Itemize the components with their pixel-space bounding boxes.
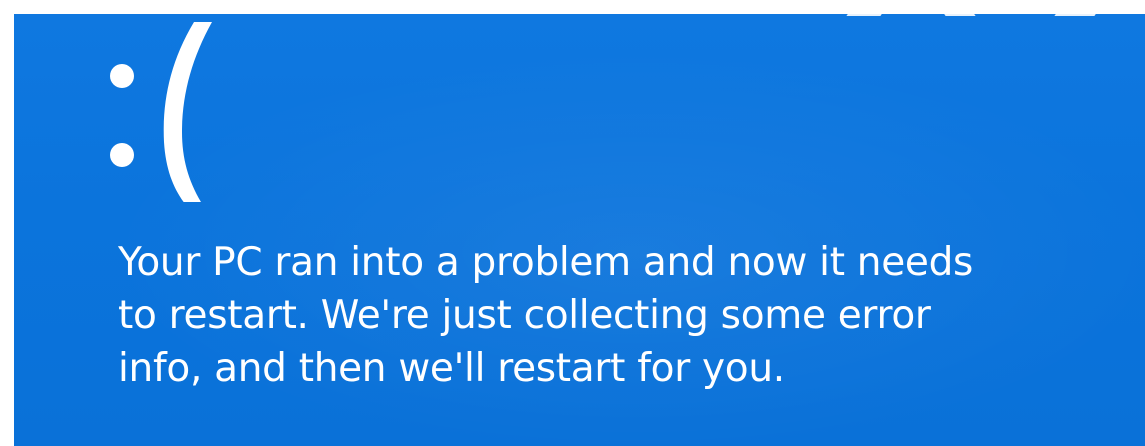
message-line-3: info, and then we'll restart for you.: [118, 346, 785, 391]
message-line-2: to restart. We're just collecting some e…: [118, 293, 931, 338]
message-line-1: Your PC ran into a problem and now it ne…: [118, 240, 974, 285]
frown-dot-bottom: [110, 143, 134, 167]
error-message: Your PC ran into a problem and now it ne…: [118, 236, 1118, 395]
screenshot-frame: Your PC ran into a problem and now it ne…: [0, 0, 1145, 446]
bsod-screen: Your PC ran into a problem and now it ne…: [14, 14, 1145, 446]
frown-dot-top: [110, 64, 134, 88]
sad-face-icon: [110, 22, 212, 202]
frown-paren: [163, 22, 212, 202]
